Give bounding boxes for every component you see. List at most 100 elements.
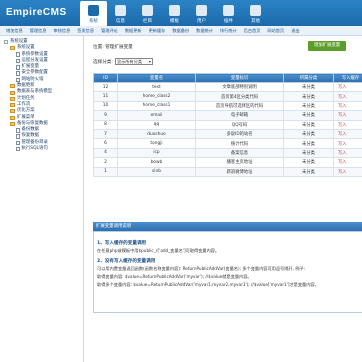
sidebar: 系统设置 系统设置 系统参数设置 远程分发设置 扩展变量 安全参数配置 网站防火墙 数据更新数… bbox=[0, 36, 84, 362]
table-row: 1 sinb 新浪微博地址 未分类 写入 bbox=[93, 166, 362, 177]
write-cache-link[interactable]: 写入 bbox=[333, 128, 362, 140]
subnav-link[interactable]: 退出 bbox=[291, 28, 299, 34]
top-nav-item[interactable]: 模板 bbox=[161, 1, 188, 26]
document-icon bbox=[16, 146, 20, 152]
document-icon bbox=[16, 65, 20, 70]
tree-toggle-icon bbox=[4, 40, 8, 45]
subnav-link[interactable]: 数据统计 bbox=[196, 28, 213, 34]
table-cell: 11 bbox=[93, 91, 118, 102]
folder-icon bbox=[10, 109, 15, 114]
subnav-link[interactable]: 更新缓存 bbox=[149, 28, 166, 34]
table-cell: 文章底部特别说明 bbox=[195, 81, 284, 93]
table-cell: 未分类 bbox=[283, 110, 334, 121]
subnav-link[interactable]: 数据更新 bbox=[125, 28, 142, 34]
table-cell: 未分类 bbox=[283, 81, 334, 93]
subnav-link[interactable]: 增加信息 bbox=[6, 28, 23, 34]
table-cell: 未分类 bbox=[283, 119, 334, 130]
table-cell: 9 bbox=[93, 110, 118, 121]
column-icon bbox=[142, 5, 153, 16]
sub-nav: 增加信息 管理信息 审核信息 签发信息 管理评论 数据更新 更新缓存 数据备份 数据统计 排行统计… bbox=[0, 26, 362, 36]
document-icon bbox=[16, 128, 20, 133]
top-nav-item[interactable]: 信息 bbox=[107, 1, 134, 26]
table-cell: home_class1 bbox=[117, 100, 196, 112]
other-icon bbox=[250, 5, 261, 16]
table-cell: 电子邮箱 bbox=[195, 110, 284, 121]
table-cell: bowb bbox=[117, 157, 196, 168]
main-content: 位置: 管理扩展变量 增加扩展变量 选择分类: 显示所有分类 ID变量名变量标识… bbox=[88, 36, 362, 362]
table-cell: 12 bbox=[93, 81, 118, 93]
table-cell: 未分类 bbox=[283, 138, 334, 149]
table-cell: 多说ID的站名 bbox=[195, 128, 284, 140]
sidebar-item[interactable]: 执行SQL语句 bbox=[4, 146, 83, 152]
top-nav-item[interactable]: 系统 bbox=[80, 1, 107, 26]
folder-icon bbox=[10, 46, 15, 51]
write-cache-link[interactable]: 写入 bbox=[333, 100, 362, 112]
subnav-link[interactable]: 数据备份 bbox=[172, 28, 189, 34]
table-row: 6 tongji 统计代码 未分类 写入 bbox=[93, 138, 362, 149]
write-cache-link[interactable]: 写入 bbox=[333, 157, 362, 168]
add-variable-button[interactable]: 增加扩展变量 bbox=[308, 41, 346, 51]
table-row: 12 text 文章底部特别说明 未分类 写入 bbox=[93, 81, 362, 93]
column-header: ID bbox=[93, 73, 118, 83]
table-cell: 10 bbox=[93, 100, 118, 112]
table-cell: 备案信息 bbox=[195, 147, 284, 159]
subnav-link[interactable]: 排行统计 bbox=[220, 28, 237, 34]
category-select[interactable]: 显示所有分类 bbox=[114, 58, 153, 65]
top-nav-item[interactable]: 其他 bbox=[242, 1, 269, 26]
top-nav-item[interactable]: 栏目 bbox=[134, 1, 161, 26]
folder-icon bbox=[10, 84, 15, 89]
table-cell: 1 bbox=[93, 166, 118, 177]
category-filter: 选择分类: 显示所有分类 bbox=[93, 58, 153, 65]
subnav-link[interactable]: 管理评论 bbox=[101, 28, 118, 34]
write-cache-link[interactable]: 写入 bbox=[333, 110, 362, 121]
table-cell: 统计代码 bbox=[195, 138, 284, 149]
template-icon bbox=[169, 5, 180, 16]
write-cache-link[interactable]: 写入 bbox=[333, 138, 362, 149]
top-nav-label: 用户 bbox=[197, 19, 206, 24]
top-nav-item[interactable]: 插件 bbox=[215, 1, 242, 26]
subnav-link[interactable]: 网站首页 bbox=[267, 28, 284, 34]
top-nav-label: 插件 bbox=[224, 19, 233, 24]
subnav-link[interactable]: 审核信息 bbox=[54, 28, 71, 34]
table-cell: 4 bbox=[93, 147, 118, 159]
subnav-link[interactable]: 后台首页 bbox=[244, 28, 261, 34]
subnav-link[interactable]: 管理信息 bbox=[30, 28, 47, 34]
info-heading: 1、写入缓存的变量调用 bbox=[97, 241, 147, 246]
table-cell: icp bbox=[117, 147, 196, 159]
info-text: 在任意php或模板中用$public_r['add_变量名']可取得变量内容。 bbox=[97, 248, 220, 253]
info-panel: 1、写入缓存的变量调用在任意php或模板中用$public_r['add_变量名… bbox=[93, 231, 362, 313]
sidebar-tree: 系统设置 系统设置 系统参数设置 远程分发设置 扩展变量 安全参数配置 网站防火墙 数据更新数… bbox=[0, 36, 83, 152]
table-cell: 未分类 bbox=[283, 166, 334, 177]
folder-icon bbox=[10, 90, 15, 95]
table-cell: 2 bbox=[93, 157, 118, 168]
document-icon bbox=[16, 52, 20, 57]
top-nav-label: 模板 bbox=[170, 19, 179, 24]
write-cache-link[interactable]: 写入 bbox=[333, 166, 362, 177]
logo: EmpireCMS bbox=[6, 7, 67, 18]
info-text: 取得变量内容: $value=ReturnPublicAddVar('myvar… bbox=[97, 274, 252, 279]
table-cell: 6 bbox=[93, 138, 118, 149]
document-icon bbox=[16, 58, 20, 64]
table-cell: 未分类 bbox=[283, 128, 334, 140]
info-icon bbox=[115, 5, 126, 16]
document-icon bbox=[16, 71, 20, 76]
column-header: 写入缓存 bbox=[333, 73, 362, 83]
table-cell: 8 bbox=[93, 119, 118, 130]
top-nav: 系统 信息 栏目 模板 用户 插件 其他 bbox=[80, 1, 269, 26]
write-cache-link[interactable]: 写入 bbox=[333, 119, 362, 130]
table-row: 4 icp 备案信息 未分类 写入 bbox=[93, 147, 362, 159]
folder-icon bbox=[10, 115, 15, 120]
table-cell: duoshuo bbox=[117, 128, 196, 140]
column-header: 变量标识 bbox=[195, 73, 284, 83]
top-nav-item[interactable]: 用户 bbox=[188, 1, 215, 26]
write-cache-link[interactable]: 写入 bbox=[333, 81, 362, 93]
folder-icon bbox=[10, 103, 15, 108]
info-heading: 2、没有写入缓存的变量调用 bbox=[97, 259, 156, 264]
subnav-link[interactable]: 签发信息 bbox=[77, 28, 94, 34]
table-cell: email bbox=[117, 110, 196, 121]
write-cache-link[interactable]: 写入 bbox=[333, 147, 362, 159]
table-cell: qq bbox=[117, 119, 196, 130]
table-row: 9 email 电子邮箱 未分类 写入 bbox=[93, 110, 362, 121]
document-icon bbox=[16, 134, 20, 139]
write-cache-link[interactable]: 写入 bbox=[333, 91, 362, 102]
